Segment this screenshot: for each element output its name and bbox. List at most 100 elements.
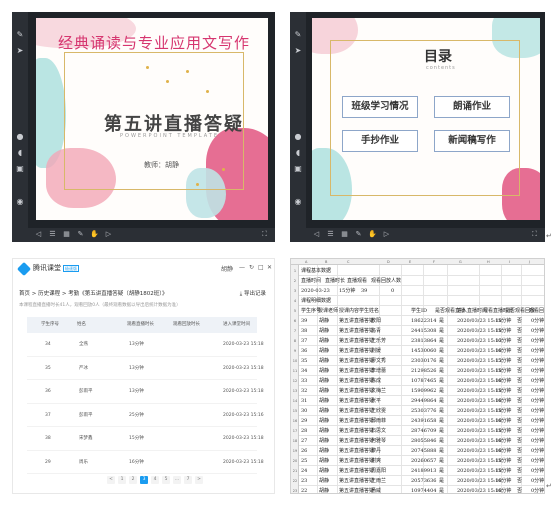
sheet-cell[interactable]: 是: [439, 386, 444, 396]
column-letter[interactable]: C: [347, 259, 349, 265]
sheet-cell[interactable]: 是: [439, 326, 444, 336]
close-button[interactable]: ✕: [267, 264, 272, 271]
sheet-cell[interactable]: 29449864: [411, 396, 436, 406]
sheet-cell[interactable]: 24: [301, 466, 307, 476]
sheet-cell[interactable]: 廖文秀: [371, 356, 386, 366]
sheet-cell[interactable]: 否: [517, 326, 522, 336]
sheet-cell[interactable]: 授课内容: [339, 306, 359, 316]
page-button[interactable]: 4: [151, 476, 159, 484]
sheet-cell[interactable]: 直播观看: [347, 276, 367, 286]
sheet-cell[interactable]: 0分钟: [531, 326, 544, 336]
sheet-cell[interactable]: 课程明细数据: [301, 296, 331, 306]
sheet-cell[interactable]: 是: [439, 436, 444, 446]
sheet-cell[interactable]: 胡静: [319, 466, 329, 476]
row-number[interactable]: 20: [291, 456, 299, 466]
sheet-cell[interactable]: 欧阳: [371, 316, 381, 326]
sheet-cell[interactable]: 是: [439, 466, 444, 476]
sheet-cell[interactable]: 第五讲直播答疑: [339, 326, 374, 336]
sheet-cell[interactable]: 0分钟: [531, 476, 544, 486]
sheet-cell[interactable]: 16分钟: [495, 486, 511, 493]
refresh-button[interactable]: ↻: [249, 264, 254, 271]
row-number[interactable]: 13: [291, 386, 299, 396]
sheet-cell[interactable]: 胡静: [319, 486, 329, 493]
sheet-cell[interactable]: 16分钟: [495, 396, 511, 406]
row-number[interactable]: 14: [291, 396, 299, 406]
grid-icon[interactable]: ▦: [62, 230, 71, 239]
sheet-cell[interactable]: 胡静: [319, 326, 329, 336]
sheet-cell[interactable]: 是: [439, 336, 444, 346]
sheet-cell[interactable]: 胡静: [319, 446, 329, 456]
sheet-cell[interactable]: 直播时长: [325, 276, 345, 286]
sheet-cell[interactable]: 0分钟: [531, 406, 544, 416]
sheet-cell[interactable]: 是: [439, 446, 444, 456]
breadcrumb[interactable]: 首页 > 历史课程 > 考勤《第五讲直播答疑（胡静1802班）》: [19, 289, 167, 297]
sheet-cell[interactable]: 10974404: [411, 486, 436, 493]
column-letter[interactable]: B: [325, 259, 327, 265]
sheet-cell[interactable]: 第五讲直播答疑: [339, 406, 374, 416]
sheet-cell[interactable]: 0分钟: [531, 376, 544, 386]
sheet-cell[interactable]: 否: [517, 426, 522, 436]
sheet-cell[interactable]: 是: [439, 456, 444, 466]
sheet-cell[interactable]: 冯青: [371, 326, 381, 336]
sheet-cell[interactable]: 何雅琴: [371, 436, 386, 446]
sheet-cell[interactable]: 观看回放人数: [371, 276, 401, 286]
sheet-cell[interactable]: 否: [517, 346, 522, 356]
pen-icon[interactable]: ✎: [15, 30, 25, 40]
sheet-cell[interactable]: 周嘉阳: [371, 466, 386, 476]
sheet-cell[interactable]: 15分钟: [495, 406, 511, 416]
row-number[interactable]: 18: [291, 436, 299, 446]
sheet-cell[interactable]: 0分钟: [531, 386, 544, 396]
grid-icon[interactable]: ▦: [340, 230, 349, 239]
sheet-cell[interactable]: 胡静: [319, 336, 329, 346]
sheet-cell[interactable]: 10787465: [411, 376, 436, 386]
sheet-cell[interactable]: 0分钟: [531, 426, 544, 436]
sheet-cell[interactable]: 黎丹: [371, 446, 381, 456]
sheet-cell[interactable]: 否: [517, 406, 522, 416]
camera-icon[interactable]: ▣: [293, 164, 303, 174]
page-button-active[interactable]: 3: [140, 476, 148, 484]
row-number[interactable]: 3: [291, 286, 299, 296]
sheet-cell[interactable]: 0分钟: [531, 336, 544, 346]
sheet-cell[interactable]: 14530060: [411, 346, 436, 356]
menu-icon[interactable]: ☰: [326, 230, 335, 239]
row-number[interactable]: 12: [291, 376, 299, 386]
sheet-cell[interactable]: 胡静: [319, 376, 329, 386]
sheet-cell[interactable]: 第五讲直播答疑: [339, 416, 374, 426]
sheet-cell[interactable]: 第五讲直播答疑: [339, 336, 374, 346]
user-menu[interactable]: 胡静: [221, 264, 233, 273]
page-button[interactable]: 7: [184, 476, 192, 484]
sheet-cell[interactable]: 24189913: [411, 466, 436, 476]
sheet-cell[interactable]: 胡静: [319, 346, 329, 356]
sheet-cell[interactable]: 刘媛: [371, 346, 381, 356]
sheet-cell[interactable]: 否: [517, 466, 522, 476]
sheet-cell[interactable]: 是: [439, 356, 444, 366]
sheet-cell[interactable]: 16分钟: [495, 446, 511, 456]
record-icon[interactable]: ◉: [15, 197, 25, 207]
sheet-cell[interactable]: 15分钟: [495, 316, 511, 326]
prev-icon[interactable]: ◁: [34, 230, 43, 239]
sheet-cell[interactable]: 27: [301, 436, 307, 446]
pen-tool-icon[interactable]: ✎: [354, 230, 363, 239]
sheet-cell[interactable]: 是: [439, 316, 444, 326]
sheet-cell[interactable]: 36: [301, 346, 307, 356]
sheet-cell[interactable]: 0分钟: [531, 436, 544, 446]
sheet-cell[interactable]: 第五讲直播答疑: [339, 396, 374, 406]
column-letter[interactable]: H: [487, 259, 490, 265]
row-number[interactable]: 2: [291, 276, 299, 286]
sheet-cell[interactable]: 24391658: [411, 416, 436, 426]
sheet-cell[interactable]: 29: [301, 416, 307, 426]
sheet-cell[interactable]: 胡静: [319, 456, 329, 466]
sheet-cell[interactable]: 否: [517, 386, 522, 396]
hand-icon[interactable]: ✋: [368, 230, 377, 239]
sheet-cell[interactable]: 胡静: [319, 476, 329, 486]
sheet-cell[interactable]: 直播时间: [301, 276, 321, 286]
row-number[interactable]: 7: [291, 326, 299, 336]
sheet-cell[interactable]: 胡静: [319, 366, 329, 376]
sheet-cell[interactable]: 是: [439, 366, 444, 376]
speaker-icon[interactable]: ◖: [15, 148, 25, 158]
row-number[interactable]: 23: [291, 486, 299, 493]
sheet-cell[interactable]: 16分钟: [495, 336, 511, 346]
hand-icon[interactable]: ✋: [90, 230, 99, 239]
sheet-cell[interactable]: 第五讲直播答疑: [339, 456, 374, 466]
sheet-cell[interactable]: 否: [517, 356, 522, 366]
